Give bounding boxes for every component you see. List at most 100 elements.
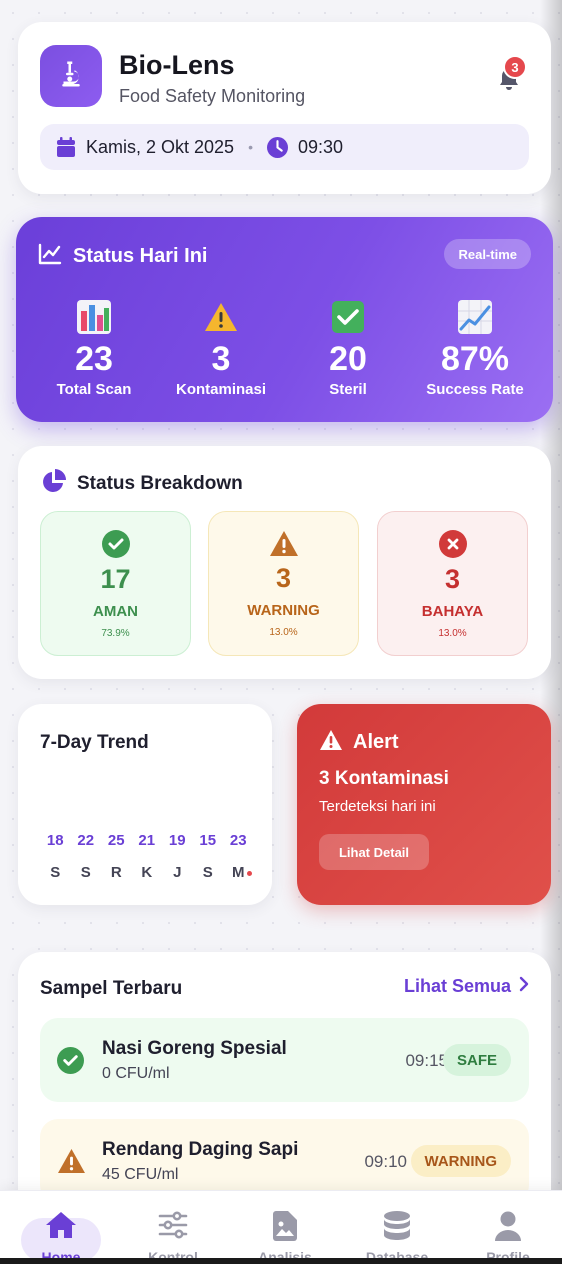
trend-day-today: M (223, 864, 254, 881)
breakdown-value: 3 (444, 564, 461, 594)
current-date: Kamis, 2 Okt 2025 (86, 136, 235, 157)
chevron-right-icon (511, 976, 529, 997)
breakdown-percent: 73.9% (101, 628, 130, 639)
stat-value: 3 (211, 340, 231, 378)
check-box-icon (283, 299, 413, 335)
today-indicator-dot (246, 871, 252, 876)
warning-triangle-icon (57, 1148, 86, 1179)
stat-success-rate: 87% Success Rate (410, 299, 540, 398)
app-title: Bio-Lens (119, 50, 235, 80)
microscope-icon (56, 59, 86, 94)
status-today-card: Status Hari Ini Real-time 23 Total Scan … (16, 217, 553, 422)
sample-name: Rendang Daging Sapi (102, 1139, 299, 1160)
nav-kontrol[interactable]: Kontrol (117, 1191, 229, 1264)
breakdown-warning[interactable]: 3 WARNING 13.0% (208, 511, 359, 656)
clock-icon (266, 136, 288, 158)
home-icon (5, 1211, 117, 1239)
trend-values: 18 22 25 21 19 15 23 (40, 832, 254, 849)
bar-chart-icon (29, 299, 159, 335)
trend-value: 22 (77, 832, 95, 849)
stat-value: 20 (329, 340, 367, 378)
nav-database[interactable]: Database (341, 1191, 453, 1264)
breakdown-safe[interactable]: 17 AMAN 73.9% (40, 511, 191, 656)
image-file-icon (229, 1211, 341, 1241)
app-header: Bio-Lens Food Safety Monitoring 3 Kamis,… (18, 22, 551, 194)
breakdown-title: Status Breakdown (77, 473, 243, 494)
alert-headline: 3 Kontaminasi (319, 768, 449, 789)
trend-value: 25 (107, 832, 125, 849)
alert-title: Alert (353, 731, 399, 753)
home-indicator (0, 1258, 562, 1264)
breakdown-label: WARNING (247, 602, 320, 619)
nav-home[interactable]: Home (5, 1191, 117, 1264)
trend-days: S S R K J S M (40, 864, 254, 881)
trend-value: 19 (168, 832, 186, 849)
status-badge: SAFE (442, 1044, 511, 1076)
trend-value: 15 (199, 832, 217, 849)
database-icon (341, 1211, 453, 1241)
breakdown-percent: 13.0% (269, 627, 298, 638)
sample-item[interactable]: Nasi Goreng Spesial 0 CFU/ml 09:15 SAFE (40, 1018, 529, 1102)
warning-icon (156, 299, 286, 335)
bottom-navigation: Home Kontrol Analisis Database Profile (0, 1190, 562, 1264)
see-all-link[interactable]: Lihat Semua (404, 976, 529, 997)
stat-kontaminasi: 3 Kontaminasi (156, 299, 286, 398)
trend-day: S (80, 864, 91, 881)
warning-triangle-icon (209, 530, 358, 557)
stat-steril: 20 Steril (283, 299, 413, 398)
breakdown-danger[interactable]: 3 BAHAYA 13.0% (377, 511, 528, 656)
realtime-badge: Real-time (444, 239, 531, 269)
alert-subtitle: Terdeteksi hari ini (319, 798, 436, 815)
see-all-label: Lihat Semua (403, 976, 511, 996)
sample-cfu: 0 CFU/ml (102, 1065, 170, 1082)
stat-label: Total Scan (56, 381, 132, 398)
date-time-bar: Kamis, 2 Okt 2025 • 09:30 (40, 124, 529, 170)
x-circle-icon (378, 530, 527, 558)
breakdown-value: 3 (275, 563, 292, 593)
stat-label: Success Rate (426, 381, 524, 398)
stat-value: 23 (75, 340, 113, 378)
pie-chart-icon (41, 469, 67, 500)
stat-total-scan: 23 Total Scan (29, 299, 159, 398)
status-breakdown-card: Status Breakdown 17 AMAN 73.9% 3 WARNING… (18, 446, 551, 679)
sliders-icon (117, 1211, 229, 1239)
trend-value: 21 (138, 832, 156, 849)
trend-day: J (173, 864, 182, 881)
alert-card: Alert 3 Kontaminasi Terdeteksi hari ini … (297, 704, 551, 905)
view-detail-button[interactable]: Lihat Detail (319, 834, 429, 870)
calendar-icon (56, 137, 76, 157)
status-badge: WARNING (410, 1145, 511, 1177)
nav-profile[interactable]: Profile (452, 1191, 562, 1264)
check-circle-icon (41, 530, 190, 558)
check-circle-icon (57, 1047, 84, 1079)
notification-badge[interactable]: 3 (503, 55, 527, 79)
trend-value: 23 (229, 832, 247, 849)
app-logo (40, 45, 102, 107)
breakdown-label: AMAN (93, 603, 138, 620)
breakdown-label: BAHAYA (421, 603, 484, 620)
line-chart-icon (38, 243, 62, 270)
nav-analisis[interactable]: Analisis (229, 1191, 341, 1264)
seven-day-trend-card: 7-Day Trend 18 22 25 21 19 15 23 S S R K… (18, 704, 272, 905)
trend-day: S (50, 864, 61, 881)
sample-time: 09:15 (405, 1051, 448, 1070)
trend-day: R (110, 864, 122, 881)
trend-day: S (202, 864, 213, 881)
trend-title: 7-Day Trend (40, 732, 149, 753)
sample-cfu: 45 CFU/ml (102, 1166, 179, 1183)
breakdown-value: 17 (100, 564, 131, 594)
sample-name: Nasi Goreng Spesial (102, 1038, 287, 1059)
trend-value: 18 (46, 832, 64, 849)
trend-chart-icon (410, 299, 540, 335)
status-title: Status Hari Ini (73, 245, 208, 267)
stat-value: 87% (440, 340, 510, 378)
breakdown-percent: 13.0% (438, 628, 467, 639)
stat-label: Kontaminasi (175, 381, 266, 398)
app-subtitle: Food Safety Monitoring (119, 86, 306, 106)
current-time: 09:30 (297, 136, 344, 157)
separator-dot: • (248, 139, 253, 155)
user-icon (452, 1211, 562, 1241)
trend-day: K (141, 864, 153, 881)
sample-time: 09:10 (364, 1152, 407, 1171)
samples-title: Sampel Terbaru (40, 978, 183, 999)
